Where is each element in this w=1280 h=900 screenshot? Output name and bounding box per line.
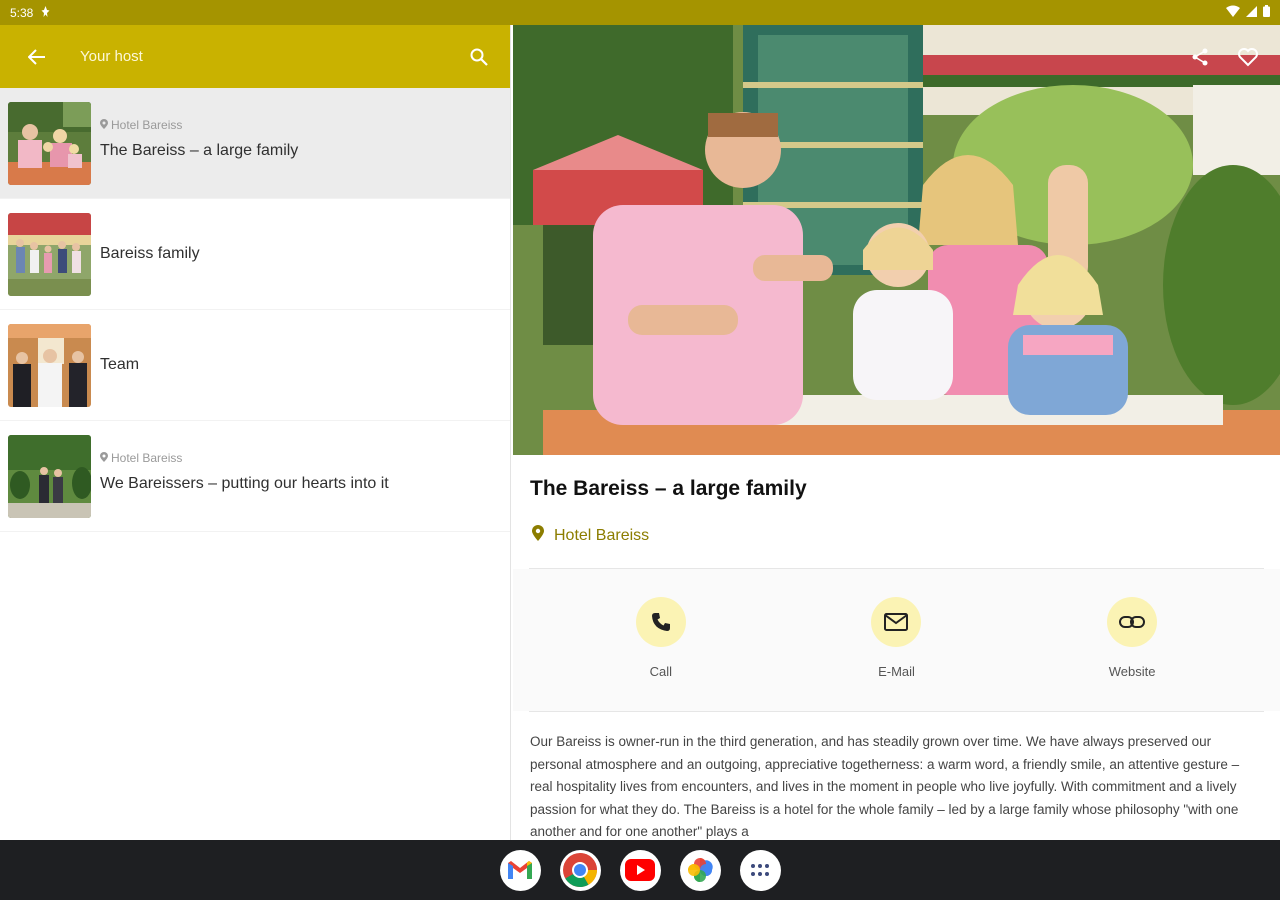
heart-icon[interactable]: [1236, 45, 1260, 69]
list-item-location: Hotel Bareiss: [100, 118, 298, 132]
list-item-title: We Bareissers – putting our hearts into …: [100, 475, 389, 492]
thumbnail-image: [8, 212, 91, 296]
email-label: E-Mail: [878, 664, 915, 679]
app-bar-title: Your host: [80, 48, 143, 65]
list-item-title: Bareiss family: [100, 245, 200, 262]
list-item-title: Team: [100, 356, 140, 373]
detail-title: The Bareiss – a large family: [530, 477, 807, 500]
youtube-icon[interactable]: [619, 849, 661, 891]
list-item-title: The Bareiss – a large family: [100, 142, 299, 159]
call-label: Call: [649, 664, 673, 679]
host-list: Hotel Bareiss The Bareiss – a large fami…: [0, 88, 510, 532]
detail-location[interactable]: Hotel Bareiss: [513, 501, 1280, 546]
website-button[interactable]: Website: [1072, 597, 1192, 679]
website-label: Website: [1108, 664, 1156, 679]
list-item[interactable]: Bareiss family: [0, 199, 510, 310]
mail-icon: [871, 597, 922, 647]
gmail-icon[interactable]: [499, 849, 541, 891]
list-item-text: Hotel Bareiss The Bareiss – a large fami…: [100, 118, 299, 160]
list-item-text: Team: [100, 356, 139, 374]
list-item-text: Bareiss family: [100, 245, 200, 263]
list-item-location-label: Hotel Bareiss: [111, 118, 183, 132]
status-right: [1226, 5, 1270, 20]
hero-actions: [1188, 45, 1260, 69]
detail-panel: The Bareiss – a large family Hotel Barei…: [513, 25, 1280, 840]
photos-icon[interactable]: [679, 849, 721, 891]
contact-actions: Call E-Mail Website: [513, 569, 1280, 711]
search-icon[interactable]: [466, 44, 492, 70]
status-time: 5:38: [10, 5, 34, 20]
list-item-text: Hotel Bareiss We Bareissers – putting ou…: [100, 451, 389, 493]
thumbnail-image: [8, 323, 91, 407]
arrow-left-icon[interactable]: [24, 44, 50, 70]
detail-location-label: Hotel Bareiss: [554, 526, 650, 544]
list-item-location-label: Hotel Bareiss: [111, 451, 183, 465]
phone-icon: [635, 597, 686, 647]
thumbnail-image: [8, 434, 91, 518]
hero-image: [513, 25, 1280, 455]
signal-icon: [1246, 5, 1257, 20]
taskbar-dock: [0, 840, 1280, 900]
location-pin-icon: [100, 118, 108, 132]
chrome-icon[interactable]: [559, 849, 601, 891]
status-left: 5:38: [10, 5, 50, 20]
list-item[interactable]: Team: [0, 310, 510, 421]
status-bar: 5:38: [0, 0, 1280, 25]
share-icon[interactable]: [1188, 45, 1212, 69]
battery-icon: [1263, 5, 1270, 20]
notification-icon: [41, 5, 50, 20]
wifi-icon: [1226, 5, 1240, 20]
location-pin-icon: [100, 451, 108, 465]
email-button[interactable]: E-Mail: [836, 597, 956, 679]
location-pin-icon: [532, 525, 544, 546]
thumbnail-image: [8, 101, 91, 185]
description-text: Our Bareiss is owner-run in the third ge…: [530, 734, 1240, 840]
list-item[interactable]: Hotel Bareiss The Bareiss – a large fami…: [0, 88, 510, 199]
list-item-location: Hotel Bareiss: [100, 451, 389, 465]
link-icon: [1107, 597, 1158, 647]
hero-photo: [513, 25, 1280, 455]
apps-grid-icon[interactable]: [739, 849, 781, 891]
call-button[interactable]: Call: [601, 597, 721, 679]
app-bar: Your host: [0, 25, 510, 88]
list-item[interactable]: Hotel Bareiss We Bareissers – putting ou…: [0, 421, 510, 532]
host-list-panel: Your host Hotel Bareiss The Bareiss – a …: [0, 25, 511, 840]
